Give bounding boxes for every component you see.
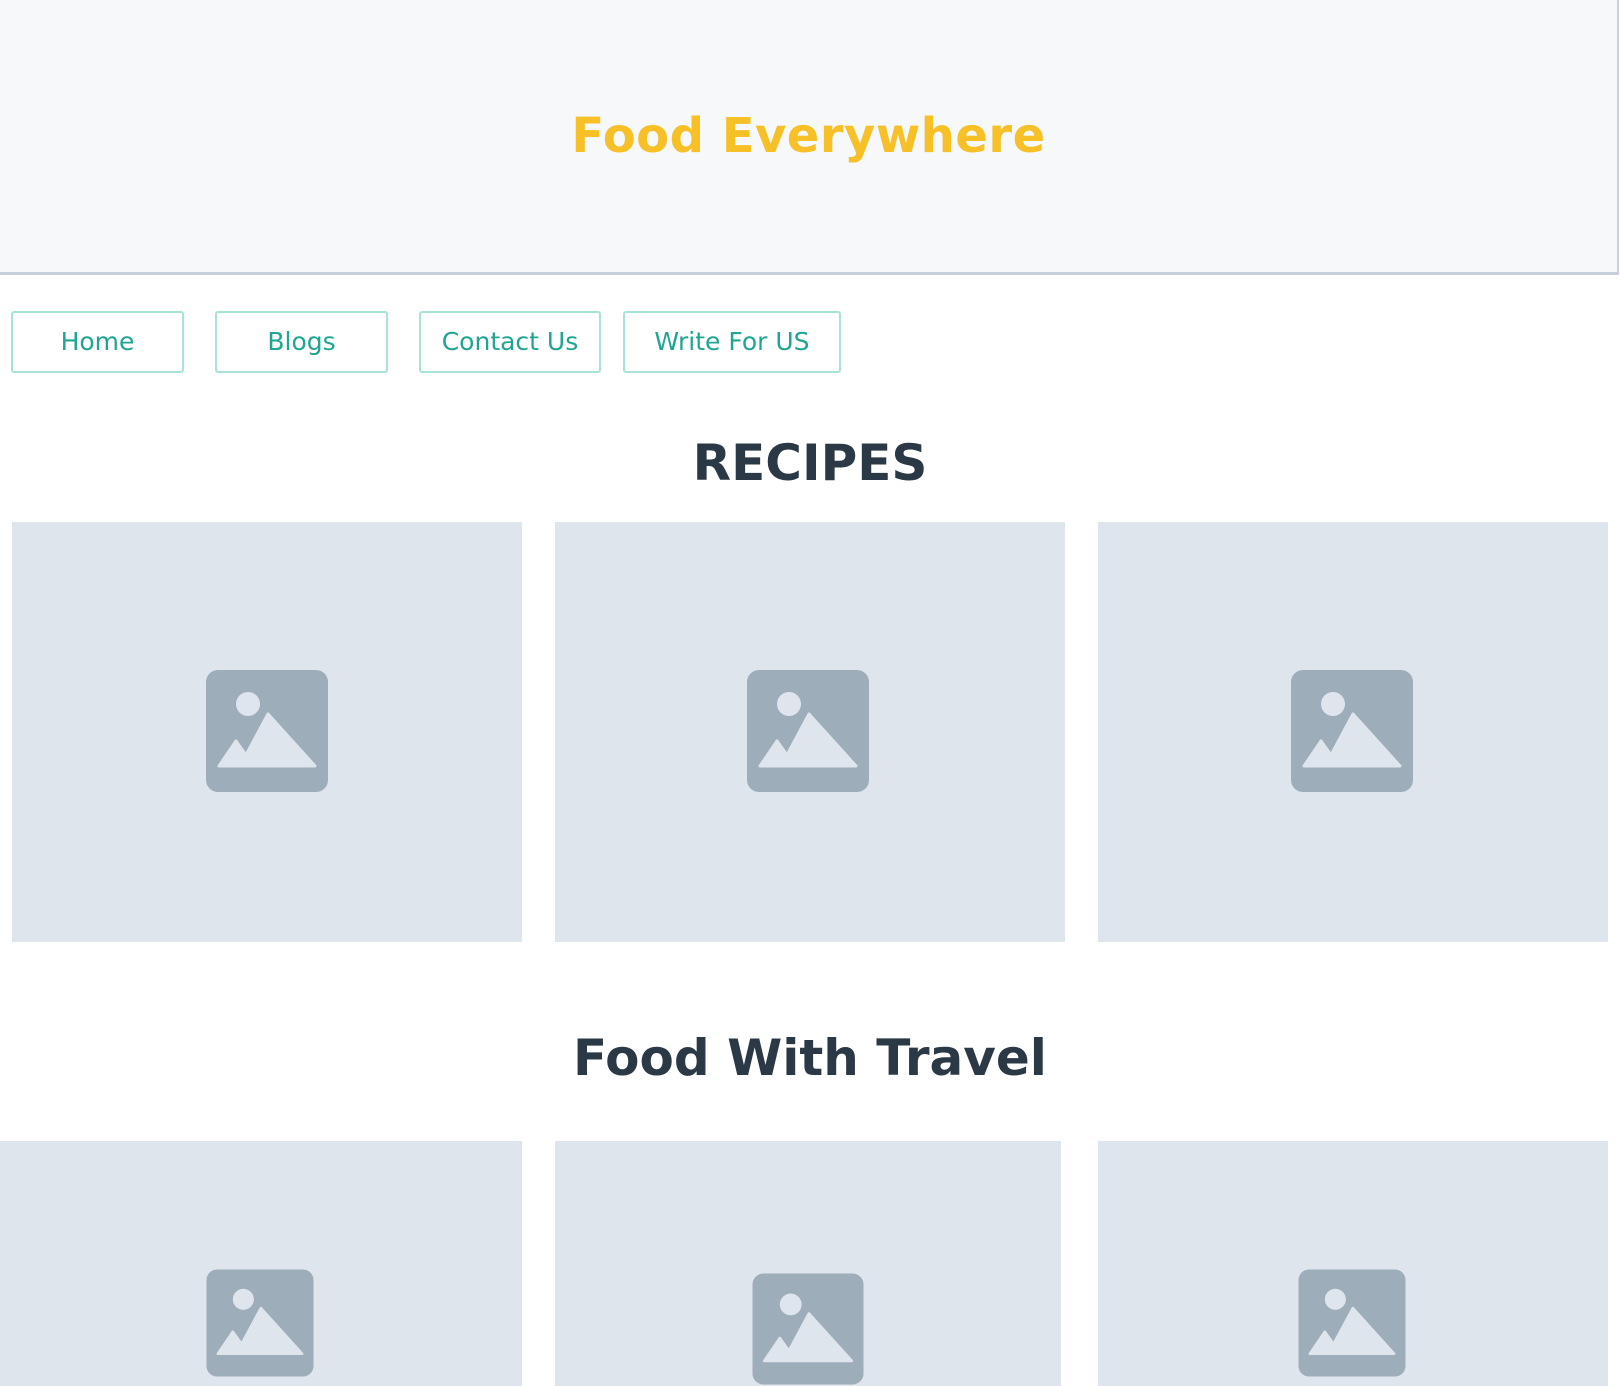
travel-card-1[interactable]: [0, 1141, 522, 1386]
recipe-card-2[interactable]: [555, 522, 1065, 942]
image-placeholder-icon: [206, 670, 328, 792]
image-placeholder-icon: [206, 1269, 314, 1377]
recipe-card-1[interactable]: [12, 522, 522, 942]
image-placeholder-icon: [1298, 1269, 1406, 1377]
image-placeholder-icon: [1291, 670, 1413, 792]
food-with-travel-section-title: Food With Travel: [573, 1029, 1047, 1087]
recipes-section-title: RECIPES: [692, 434, 928, 492]
travel-card-2[interactable]: [555, 1141, 1061, 1386]
travel-card-3[interactable]: [1098, 1141, 1608, 1386]
nav-home-button[interactable]: Home: [11, 311, 184, 373]
nav-blogs-button[interactable]: Blogs: [215, 311, 388, 373]
nav-write-for-us-button[interactable]: Write For US: [623, 311, 841, 373]
site-title: Food Everywhere: [571, 108, 1046, 164]
site-header: Food Everywhere: [0, 0, 1619, 275]
image-placeholder-icon: [752, 1273, 864, 1385]
image-placeholder-icon: [747, 670, 869, 792]
nav-contact-us-button[interactable]: Contact Us: [419, 311, 601, 373]
recipe-card-3[interactable]: [1098, 522, 1608, 942]
